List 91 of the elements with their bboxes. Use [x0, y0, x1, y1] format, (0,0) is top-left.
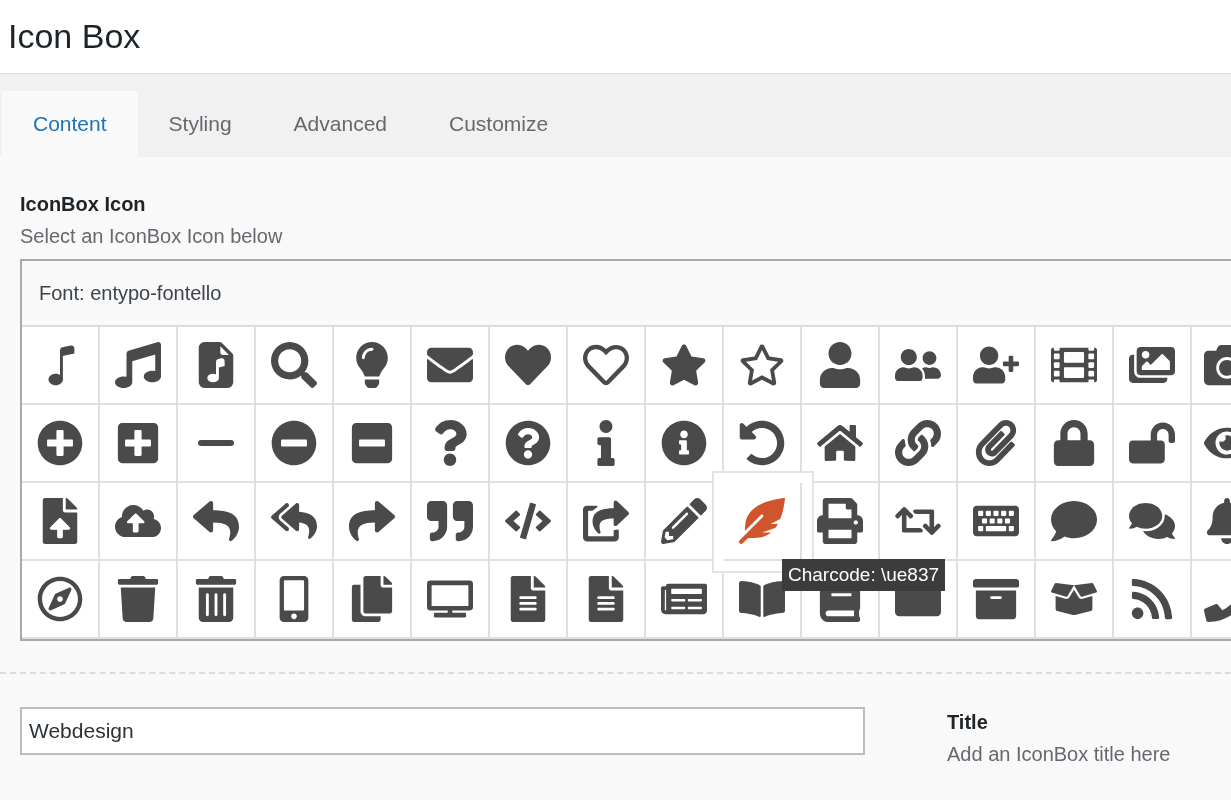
icon-option[interactable]	[178, 327, 256, 405]
tab[interactable]: Styling	[137, 91, 263, 157]
icon-option[interactable]	[256, 405, 334, 483]
comment-icon	[1051, 498, 1097, 544]
printer-icon	[817, 498, 863, 544]
camera-icon	[1204, 342, 1231, 388]
icon-option[interactable]	[568, 561, 646, 639]
quote-icon	[427, 498, 473, 544]
icon-option[interactable]	[646, 405, 724, 483]
field-description: Add an IconBox title here	[947, 743, 1171, 766]
bin-icon	[115, 576, 161, 622]
field-label: Title	[947, 711, 989, 734]
icon-option[interactable]	[334, 561, 412, 639]
icon-option[interactable]	[334, 483, 412, 561]
unlock-icon	[1129, 420, 1175, 466]
icon-option[interactable]	[568, 405, 646, 483]
icon-option[interactable]	[100, 483, 178, 561]
star-icon	[661, 342, 707, 388]
icon-option[interactable]	[646, 327, 724, 405]
icon-option[interactable]	[100, 327, 178, 405]
icon-option[interactable]	[334, 405, 412, 483]
music-notes-icon	[115, 342, 161, 388]
charcode-tooltip: Charcode: \ue837	[782, 559, 946, 591]
icon-option[interactable]	[412, 561, 490, 639]
return-arrow-icon	[739, 420, 785, 466]
icon-option[interactable]	[880, 327, 958, 405]
icon-option[interactable]	[490, 405, 568, 483]
icon-option[interactable]	[412, 405, 490, 483]
icon-option[interactable]	[178, 483, 256, 561]
icon-option[interactable]	[490, 327, 568, 405]
forward-icon	[349, 498, 395, 544]
lock-icon	[1051, 420, 1097, 466]
user-icon	[817, 342, 863, 388]
icon-option[interactable]	[178, 561, 256, 639]
field-label: IconBox Icon	[20, 193, 147, 216]
icon-option[interactable]	[958, 405, 1036, 483]
icon-option[interactable]	[958, 327, 1036, 405]
icon-option[interactable]	[412, 327, 490, 405]
icon-option[interactable]	[100, 561, 178, 639]
icon-option[interactable]	[1036, 327, 1114, 405]
tab[interactable]: Customize	[418, 91, 580, 157]
icon-option[interactable]	[1036, 405, 1114, 483]
star-outline-icon	[739, 342, 785, 388]
icon-option[interactable]	[22, 483, 100, 561]
icon-option[interactable]	[1114, 405, 1192, 483]
font-label: Font: entypo-fontello	[22, 261, 1231, 327]
icon-option[interactable]	[568, 483, 646, 561]
icon-option[interactable]	[1114, 483, 1192, 561]
reply-icon	[193, 498, 239, 544]
pencil-icon	[661, 498, 707, 544]
field-description: Select an IconBox Icon below	[20, 225, 284, 248]
compass-icon	[37, 576, 83, 622]
rss-icon	[1129, 576, 1175, 622]
title-input[interactable]: Webdesign	[20, 707, 865, 755]
heart-outline-icon	[583, 342, 629, 388]
tab[interactable]: Content	[2, 91, 138, 157]
icon-option[interactable]	[880, 405, 958, 483]
icon-option[interactable]	[256, 561, 334, 639]
pages-icon	[349, 576, 395, 622]
share-icon	[583, 498, 629, 544]
page-title: Icon Box	[8, 17, 141, 56]
drawer-icon	[973, 576, 1019, 622]
icon-option[interactable]	[22, 327, 100, 405]
icon-option[interactable]	[334, 327, 412, 405]
icon-option[interactable]	[256, 327, 334, 405]
trash-icon	[193, 576, 239, 622]
icon-option[interactable]	[958, 561, 1036, 639]
icon-option[interactable]	[1036, 561, 1114, 639]
icon-option[interactable]	[256, 483, 334, 561]
search-icon	[271, 342, 317, 388]
heart-icon	[505, 342, 551, 388]
feather-icon	[739, 498, 785, 544]
link-icon	[895, 420, 941, 466]
icon-option[interactable]	[22, 405, 100, 483]
tab[interactable]: Advanced	[262, 91, 418, 157]
icon-option[interactable]	[802, 327, 880, 405]
icon-option[interactable]	[178, 405, 256, 483]
icon-option[interactable]	[490, 561, 568, 639]
bell-icon	[1204, 498, 1231, 544]
icon-option[interactable]	[100, 405, 178, 483]
icon-option[interactable]	[22, 561, 100, 639]
icon-option[interactable]	[958, 483, 1036, 561]
minus-icon	[198, 440, 234, 446]
icon-option[interactable]	[412, 483, 490, 561]
icon-option[interactable]	[1036, 483, 1114, 561]
icon-option[interactable]	[1114, 327, 1192, 405]
icon-option[interactable]	[490, 483, 568, 561]
paperclip-icon	[973, 420, 1019, 466]
icon-option[interactable]	[1114, 561, 1192, 639]
icon-option[interactable]	[724, 327, 802, 405]
icon-option[interactable]	[568, 327, 646, 405]
